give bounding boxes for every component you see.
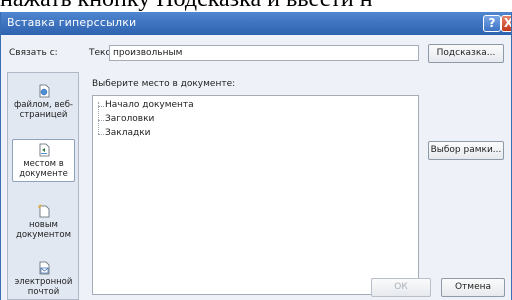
background-document-text: нажать кнопку Подсказка и ввести н (0, 0, 512, 12)
ok-button[interactable]: ОК (371, 278, 431, 297)
link-type-sidebar: файлом, веб-страницей местом в документе… (7, 72, 79, 300)
document-place-tree: Начало документа Заголовки Закладки (92, 95, 419, 295)
sidebar-item-web-page[interactable]: файлом, веб-страницей (12, 81, 75, 122)
email-icon (39, 261, 49, 275)
tree-item-headings[interactable]: Заголовки (105, 114, 154, 124)
tree-connector (98, 120, 104, 121)
sidebar-item-label: местом в документе (19, 159, 68, 179)
link-to-label: Связать с: (9, 48, 58, 58)
tree-item-bookmarks[interactable]: Закладки (105, 128, 151, 138)
tree-connector (98, 134, 104, 135)
title-bar[interactable]: Вставка гиперссылки ? X (1, 12, 511, 35)
sidebar-item-label: новым документом (15, 220, 71, 240)
sidebar-item-label: файлом, веб-страницей (14, 100, 73, 120)
new-document-icon (37, 204, 49, 218)
dialog-body: Связать с: Текст: произвольным Подсказка… (1, 35, 511, 300)
place-in-document-icon (39, 143, 49, 157)
display-text-input[interactable]: произвольным (109, 45, 419, 61)
sidebar-item-place-in-document[interactable]: местом в документе (12, 139, 75, 182)
place-in-document-label: Выберите место в документе: (92, 79, 236, 89)
sidebar-item-email[interactable]: электронной почтой (12, 258, 75, 299)
tree-connector (98, 106, 104, 107)
web-page-icon (39, 84, 49, 98)
sidebar-item-new-document[interactable]: новым документом (12, 201, 75, 242)
window-title: Вставка гиперссылки (7, 16, 137, 29)
insert-hyperlink-dialog: Вставка гиперссылки ? X Связать с: Текст… (0, 12, 512, 300)
help-button[interactable]: ? (483, 15, 501, 32)
frame-select-button[interactable]: Выбор рамки... (428, 141, 504, 160)
close-button[interactable]: X (501, 15, 511, 32)
tree-item-document-start[interactable]: Начало документа (105, 100, 194, 110)
hint-button[interactable]: Подсказка... (428, 44, 504, 63)
sidebar-item-label: электронной почтой (14, 277, 73, 297)
cancel-button[interactable]: Отмена (441, 278, 505, 297)
